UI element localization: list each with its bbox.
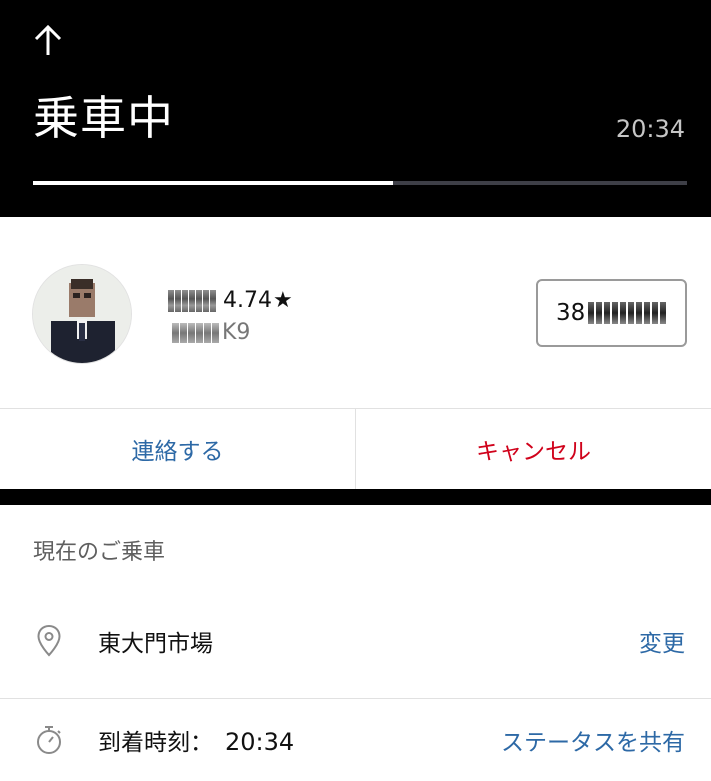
plate-prefix: 38: [556, 300, 586, 326]
vehicle-suffix: K9: [222, 320, 251, 345]
plate-redacted: [588, 302, 668, 324]
stopwatch-icon: [37, 726, 61, 754]
location-pin-icon: [37, 624, 61, 657]
driver-card: 4.74 ★ K9 38: [0, 217, 711, 408]
pickup-location: 東大門市場: [98, 631, 213, 657]
trip-progress-fill: [33, 181, 393, 185]
share-status-button[interactable]: ステータスを共有: [501, 723, 685, 757]
trip-actions: 連絡する キャンセル: [0, 408, 711, 489]
driver-rating: 4.74: [223, 288, 272, 313]
current-ride-label: 現在のご乗車: [33, 540, 166, 565]
license-plate: 38: [536, 279, 687, 347]
section-divider: [0, 489, 711, 505]
cancel-button[interactable]: キャンセル: [356, 409, 711, 489]
driver-name-redacted: [168, 290, 217, 312]
arrow-up-icon: [34, 24, 62, 55]
driver-name-rating: 4.74 ★: [168, 287, 293, 315]
vehicle-model-redacted: [172, 323, 220, 343]
star-icon: ★: [272, 288, 293, 313]
arrival-label: 到着時刻：: [98, 730, 213, 756]
driver-avatar[interactable]: [32, 264, 132, 364]
vehicle-info: K9: [172, 319, 250, 347]
arrival-info: 到着時刻： 20:34: [98, 723, 294, 757]
pickup-row: 東大門市場 変更: [0, 606, 711, 676]
back-button[interactable]: [28, 20, 68, 60]
driver-photo: [33, 265, 131, 363]
arrival-time: 20:34: [225, 728, 295, 756]
arrival-row: 到着時刻： 20:34 ステータスを共有: [0, 698, 711, 781]
trip-progress-bar: [33, 181, 687, 185]
page-title: 乗車中: [33, 91, 174, 145]
contact-button[interactable]: 連絡する: [0, 409, 356, 489]
trip-header: 乗車中 20:34: [0, 0, 711, 217]
change-pickup-button[interactable]: 変更: [639, 624, 685, 658]
current-time: 20:34: [615, 115, 685, 143]
